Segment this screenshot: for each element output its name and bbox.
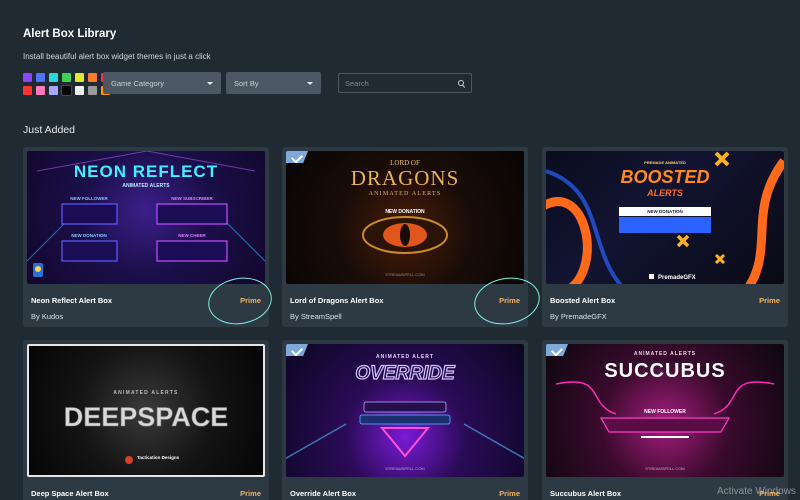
page-title: Alert Box Library: [23, 28, 117, 40]
color-swatch[interactable]: [23, 73, 32, 82]
boosted-label: NEW DONATION: [647, 209, 682, 214]
dragons-title: DRAGONS: [351, 166, 460, 190]
thumbnail[interactable]: ANIMATED ALERT OVERRIDE STREAMSPELL.COM: [286, 344, 524, 477]
override-art: ANIMATED ALERT OVERRIDE STREAMSPELL.COM: [286, 354, 524, 471]
card-author[interactable]: By Kudos: [31, 312, 63, 321]
card-price: Prime: [499, 489, 520, 498]
boosted-small: PREMADE ANIMATED: [644, 160, 686, 165]
succubus-footer: STREAMSPELL.COM: [645, 466, 685, 471]
thumbnail[interactable]: ANIMATED ALERTS DEEPSPACE Tactication De…: [27, 344, 265, 477]
thumbnail[interactable]: NEON REFLECT ANIMATED ALERTS NEW FOLLOWE…: [27, 151, 265, 284]
card-author[interactable]: By PremadeGFX: [550, 312, 607, 321]
card-title[interactable]: Neon Reflect Alert Box: [31, 296, 112, 305]
color-swatch[interactable]: [49, 86, 58, 95]
deep-sub: ANIMATED ALERTS: [113, 390, 178, 396]
color-swatch[interactable]: [61, 85, 72, 96]
neon-label-4: NEW CHEER: [178, 233, 206, 238]
card-title[interactable]: Deep Space Alert Box: [31, 489, 109, 498]
color-filter-palette: [23, 73, 110, 96]
color-swatch[interactable]: [88, 73, 97, 82]
card-succubus[interactable]: ANIMATED ALERTS SUCCUBUS NEW FOLLOWER ST…: [542, 340, 788, 500]
neon-title: NEON REFLECT: [74, 162, 218, 181]
boosted-title: BOOSTED: [620, 167, 709, 187]
game-category-label: Game Category: [111, 78, 164, 88]
card-title[interactable]: Boosted Alert Box: [550, 296, 615, 305]
page-subtitle: Install beautiful alert box widget theme…: [23, 52, 211, 61]
card-title[interactable]: Succubus Alert Box: [550, 489, 621, 498]
neon-label-1: NEW FOLLOWER: [70, 196, 108, 201]
override-footer: STREAMSPELL.COM: [385, 466, 425, 471]
color-swatch[interactable]: [75, 86, 84, 95]
succubus-art: ANIMATED ALERTS SUCCUBUS NEW FOLLOWER ST…: [555, 351, 775, 471]
activate-windows-watermark: Activate Windows: [717, 486, 796, 497]
card-title[interactable]: Override Alert Box: [290, 489, 356, 498]
deep-brand: Tactication Designs: [137, 455, 180, 460]
dragons-footer: STREAMSPELL.COM: [385, 272, 425, 277]
boosted-sub: ALERTS: [646, 188, 683, 198]
game-category-select[interactable]: Game Category: [103, 72, 221, 94]
boosted-brand: PremadeGFX: [658, 275, 696, 281]
card-boosted[interactable]: PREMADE ANIMATED BOOSTED ALERTS NEW DONA…: [542, 147, 788, 327]
chevron-down-icon: [207, 81, 213, 85]
override-title: OVERRIDE: [355, 363, 456, 384]
search-icon[interactable]: [458, 79, 465, 87]
deep-title: DEEPSPACE: [64, 402, 229, 432]
sort-by-select[interactable]: Sort By: [226, 72, 321, 94]
neon-reflect-art: NEON REFLECT ANIMATED ALERTS NEW FOLLOWE…: [27, 151, 265, 277]
succubus-title: SUCCUBUS: [604, 360, 725, 382]
sort-by-label: Sort By: [234, 78, 259, 88]
dragons-art: LORD OF DRAGONS ANIMATED ALERTS NEW DONA…: [351, 159, 460, 277]
succubus-label: NEW FOLLOWER: [644, 409, 686, 415]
card-title[interactable]: Lord of Dragons Alert Box: [290, 296, 383, 305]
color-swatch[interactable]: [88, 86, 97, 95]
color-swatch[interactable]: [75, 73, 84, 82]
color-swatch[interactable]: [36, 73, 45, 82]
override-sub: ANIMATED ALERT: [376, 354, 434, 360]
page-header: Alert Box Library: [23, 28, 116, 40]
color-swatch[interactable]: [49, 73, 58, 82]
card-deep-space[interactable]: ANIMATED ALERTS DEEPSPACE Tactication De…: [23, 340, 269, 500]
neon-label-3: NEW DONATION: [71, 233, 106, 238]
thumbnail[interactable]: ANIMATED ALERTS SUCCUBUS NEW FOLLOWER ST…: [546, 344, 784, 477]
section-title: Just Added: [23, 124, 75, 136]
thumbnail[interactable]: LORD OF DRAGONS ANIMATED ALERTS NEW DONA…: [286, 151, 524, 284]
color-swatch[interactable]: [23, 86, 32, 95]
thumbnail[interactable]: PREMADE ANIMATED BOOSTED ALERTS NEW DONA…: [546, 151, 784, 284]
color-swatch[interactable]: [62, 73, 71, 82]
neon-label-2: NEW SUBSCRIBER: [171, 196, 213, 201]
succubus-sub: ANIMATED ALERTS: [634, 351, 696, 357]
color-swatch[interactable]: [36, 86, 45, 95]
card-author[interactable]: By StreamSpell: [290, 312, 342, 321]
card-override[interactable]: ANIMATED ALERT OVERRIDE STREAMSPELL.COM …: [282, 340, 528, 500]
search-placeholder: Search: [345, 78, 369, 88]
card-price: Prime: [240, 489, 261, 498]
neon-sub: ANIMATED ALERTS: [122, 183, 170, 189]
chevron-down-icon: [307, 81, 313, 85]
boosted-art: PREMADE ANIMATED BOOSTED ALERTS NEW DONA…: [546, 151, 784, 284]
dragons-label: NEW DONATION: [385, 209, 425, 215]
dragons-sub: ANIMATED ALERTS: [369, 191, 442, 197]
search-input[interactable]: Search: [338, 73, 472, 93]
deep-space-art: ANIMATED ALERTS DEEPSPACE Tactication De…: [63, 390, 229, 464]
card-price: Prime: [759, 296, 780, 305]
